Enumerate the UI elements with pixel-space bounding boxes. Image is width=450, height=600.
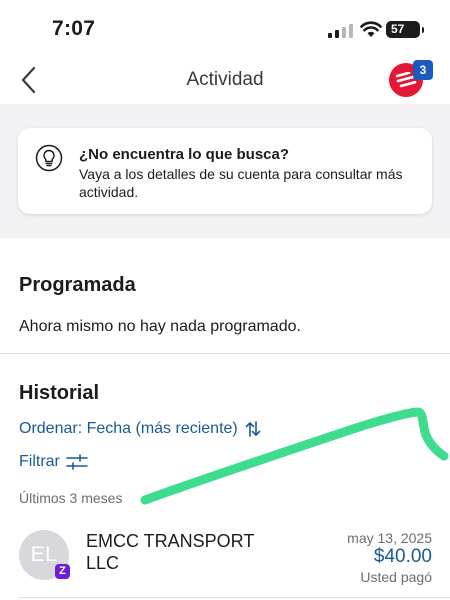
info-card: ¿No encuentra lo que busca? Vaya a los d… (18, 128, 432, 214)
nav-bar: Actividad 3 (0, 58, 450, 104)
info-band: ¿No encuentra lo que busca? Vaya a los d… (0, 104, 450, 238)
sort-label: Ordenar: Fecha (más reciente) (19, 420, 238, 437)
transaction-status: Usted pagó (360, 569, 432, 585)
info-title: ¿No encuentra lo que busca? (79, 146, 290, 163)
transaction-merchant: EMCC TRANSPORT LLC (86, 531, 255, 573)
status-time: 7:07 (52, 17, 96, 40)
lightbulb-icon (35, 144, 63, 172)
filter-label: Filtrar (19, 453, 60, 470)
scheduled-empty-text: Ahora mismo no hay nada programado. (19, 318, 301, 335)
sort-arrows-icon (245, 421, 261, 437)
section-divider (0, 353, 450, 354)
row-divider (19, 597, 450, 598)
battery-icon: 57 (386, 21, 424, 38)
filter-button[interactable]: Filtrar (19, 453, 88, 471)
history-title: Historial (19, 382, 100, 404)
transaction-amount: $40.00 (373, 546, 432, 567)
sort-button[interactable]: Ordenar: Fecha (más reciente) (19, 419, 262, 439)
zelle-icon: Z (55, 564, 70, 579)
transaction-row[interactable]: EL Z EMCC TRANSPORT LLC may 13, 2025 $40… (0, 520, 450, 600)
scheduled-title: Programada (19, 274, 136, 296)
notification-badge[interactable]: 3 (413, 60, 433, 80)
period-label: Últimos 3 meses (19, 490, 123, 506)
wifi-icon (360, 21, 382, 37)
status-bar: 7:07 57 (0, 0, 450, 58)
filter-sliders-icon (66, 454, 88, 470)
transaction-date: may 13, 2025 (347, 530, 432, 546)
info-body: Vaya a los detalles de su cuenta para co… (79, 166, 403, 200)
cellular-signal-icon (328, 24, 353, 38)
page-title: Actividad (186, 69, 264, 90)
